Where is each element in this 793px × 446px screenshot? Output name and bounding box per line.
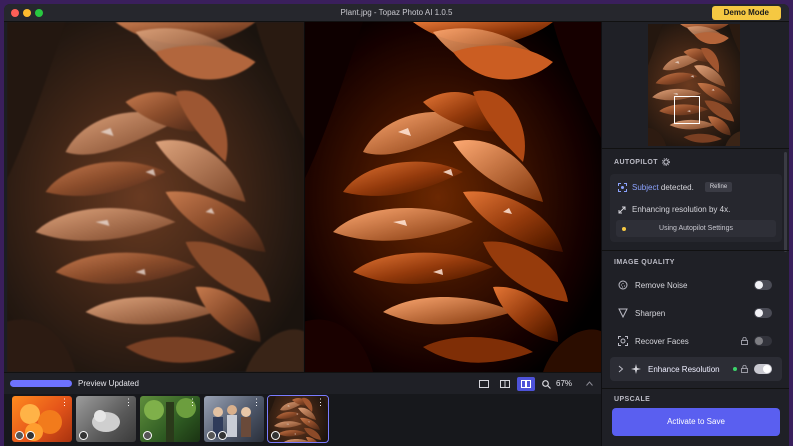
enhance-resolution-toggle[interactable] xyxy=(754,364,772,374)
enhance-badge-icon xyxy=(218,431,227,440)
remove-noise-toggle[interactable] xyxy=(754,280,772,290)
split-view-icon xyxy=(500,380,510,388)
sharpen-row[interactable]: Sharpen xyxy=(610,301,782,325)
more-options-icon[interactable]: ⋮ xyxy=(188,398,197,407)
navigator-viewport-box[interactable] xyxy=(674,96,700,124)
navigator-photo xyxy=(648,24,740,146)
remove-noise-icon xyxy=(618,280,628,290)
filmstrip-thumb-selected[interactable]: ⋮ xyxy=(267,395,329,443)
lock-icon xyxy=(741,365,748,373)
split-view-button[interactable] xyxy=(496,377,514,391)
sharpen-icon xyxy=(618,308,628,318)
processed-preview[interactable] xyxy=(305,22,601,372)
face-icon xyxy=(618,336,628,346)
filmstrip-thumb[interactable]: ⋮ xyxy=(12,396,72,442)
panel-divider xyxy=(602,148,789,149)
panel-divider xyxy=(602,250,789,251)
filmstrip: ⋮ ⋮ ⋮ ⋮ ⋮ xyxy=(4,394,601,446)
single-view-button[interactable] xyxy=(475,377,493,391)
autopilot-card: Subject detected. Refine Enhancing resol… xyxy=(610,174,782,242)
original-preview[interactable] xyxy=(7,22,304,372)
toggle-knob xyxy=(755,281,763,289)
app-window: Plant.jpg - Topaz Photo AI 1.0.5 Demo Mo… xyxy=(4,4,789,446)
status-dot xyxy=(622,227,626,231)
progress-bar xyxy=(10,380,72,387)
autopilot-title: AUTOPILOT xyxy=(614,158,658,166)
active-dot xyxy=(733,367,737,371)
enhancing-row: Enhancing resolution by 4x. xyxy=(618,205,730,214)
preview-toolbar: Preview Updated 67% xyxy=(4,372,601,394)
demo-mode-button[interactable]: Demo Mode xyxy=(711,6,781,20)
navigator-thumbnail[interactable] xyxy=(648,24,740,146)
toggle-knob xyxy=(755,309,763,317)
sharpen-badge-icon xyxy=(26,431,35,440)
zoom-icon[interactable] xyxy=(542,380,551,389)
sharpen-badge-icon xyxy=(79,431,88,440)
lock-icon xyxy=(741,337,748,345)
toggle-knob xyxy=(763,365,771,373)
expand-arrows-icon xyxy=(618,206,626,213)
filmstrip-thumb[interactable]: ⋮ xyxy=(204,396,264,442)
filmstrip-thumb[interactable]: ⋮ xyxy=(140,396,200,442)
more-options-icon[interactable]: ⋮ xyxy=(60,398,69,407)
processed-photo xyxy=(305,22,601,372)
zoom-level[interactable]: 67% xyxy=(556,379,572,388)
window-title: Plant.jpg - Topaz Photo AI 1.0.5 xyxy=(340,8,453,17)
image-quality-title: IMAGE QUALITY xyxy=(614,259,675,266)
remove-noise-row[interactable]: Remove Noise xyxy=(610,273,782,297)
recover-faces-label: Recover Faces xyxy=(635,336,689,346)
refine-button[interactable]: Refine xyxy=(704,182,733,192)
autopilot-settings-label: Using Autopilot Settings xyxy=(659,225,733,232)
side-by-side-icon xyxy=(521,380,531,388)
enhance-resolution-label: Enhance Resolution xyxy=(648,364,720,374)
panel-divider xyxy=(602,388,789,389)
subject-text: Subject detected. xyxy=(632,183,694,192)
remove-noise-label: Remove Noise xyxy=(635,280,688,290)
gear-icon[interactable] xyxy=(661,158,670,166)
more-options-icon[interactable]: ⋮ xyxy=(252,398,261,407)
toggle-knob xyxy=(755,337,763,345)
chevron-right-icon[interactable] xyxy=(618,365,624,373)
single-view-icon xyxy=(479,380,489,388)
autopilot-settings-button[interactable]: Using Autopilot Settings xyxy=(616,220,776,237)
enhancing-text: Enhancing resolution by 4x. xyxy=(632,205,731,214)
activate-to-save-button[interactable]: Activate to Save xyxy=(612,408,780,436)
side-by-side-view-button[interactable] xyxy=(517,377,535,391)
settings-panel: AUTOPILOT Subject detected. Refine Enhan… xyxy=(601,22,789,446)
autopilot-header: AUTOPILOT xyxy=(614,158,670,166)
more-options-icon[interactable]: ⋮ xyxy=(124,398,133,407)
faces-badge-icon xyxy=(207,431,216,440)
filmstrip-thumb[interactable]: ⋮ xyxy=(76,396,136,442)
subject-keyword[interactable]: Subject xyxy=(632,183,659,192)
upscale-title: UPSCALE xyxy=(614,396,651,403)
sparkle-icon xyxy=(631,364,641,374)
subject-suffix: detected. xyxy=(658,182,694,192)
original-photo xyxy=(7,22,304,372)
preview-status: Preview Updated xyxy=(78,379,139,388)
autopilot-badge-icon xyxy=(15,431,24,440)
title-bar: Plant.jpg - Topaz Photo AI 1.0.5 Demo Mo… xyxy=(4,4,789,22)
recover-faces-toggle[interactable] xyxy=(754,336,772,346)
sharpen-label: Sharpen xyxy=(635,308,666,318)
sharpen-toggle[interactable] xyxy=(754,308,772,318)
chevron-up-icon[interactable] xyxy=(586,381,593,386)
enhance-resolution-row[interactable]: Enhance Resolution xyxy=(610,357,782,381)
autopilot-badge-icon xyxy=(143,431,152,440)
subject-icon xyxy=(618,182,627,192)
panel-scrollbar[interactable] xyxy=(784,152,787,252)
more-options-icon[interactable]: ⋮ xyxy=(316,398,325,407)
recover-faces-row[interactable]: Recover Faces xyxy=(610,329,782,353)
enhance-badge-icon xyxy=(271,431,280,440)
subject-detection-row: Subject detected. Refine xyxy=(618,182,733,192)
